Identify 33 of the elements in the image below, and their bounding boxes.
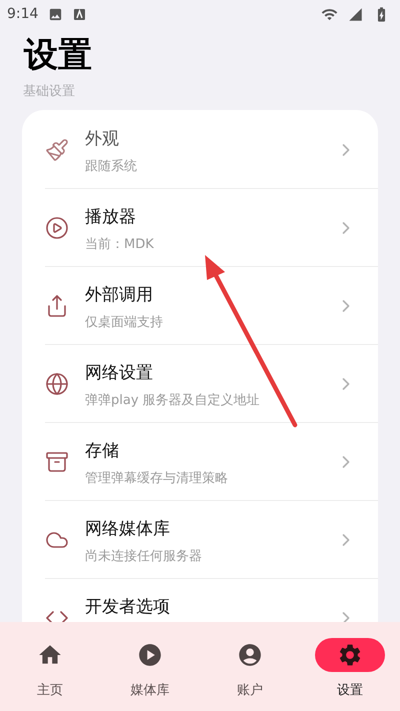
row-title: 开发者选项 xyxy=(85,596,171,618)
status-time: 9:14 xyxy=(7,6,38,22)
nav-tab[interactable]: 媒体库 xyxy=(100,638,200,699)
row-subtitle: 当前：MDK xyxy=(85,236,155,253)
row-title: 网络设置 xyxy=(85,362,154,384)
row-subtitle: 管理弹幕缓存与清理策略 xyxy=(85,470,229,487)
settings-row[interactable]: 存储 管理弹幕缓存与清理策略 xyxy=(45,422,378,500)
settings-icon xyxy=(337,642,363,668)
nav-tab[interactable]: 账户 xyxy=(200,638,300,699)
archive-box-icon xyxy=(45,450,69,474)
row-title: 播放器 xyxy=(85,206,137,228)
row-subtitle: 尚未连接任何服务器 xyxy=(85,548,203,565)
row-subtitle: 跟随系统 xyxy=(85,158,138,175)
row-title: 网络媒体库 xyxy=(85,518,171,540)
nav-tab[interactable]: 主页 xyxy=(0,638,100,699)
paintbrush-icon xyxy=(45,138,69,162)
nav-tab[interactable]: 设置 xyxy=(300,638,400,699)
section-label: 基础设置 xyxy=(23,83,76,100)
play-circle-icon xyxy=(45,216,69,240)
settings-row[interactable]: 外观 跟随系统 xyxy=(45,110,378,188)
keyboard-icon xyxy=(73,8,86,20)
settings-row[interactable]: 网络设置 弹弹play 服务器及自定义地址 xyxy=(45,344,378,422)
image-icon xyxy=(48,6,64,22)
row-title: 存储 xyxy=(85,440,120,462)
page-title: 设置 xyxy=(24,34,93,76)
globe-icon xyxy=(45,372,69,396)
signal-icon xyxy=(348,6,363,22)
row-title: 外部调用 xyxy=(85,284,154,306)
row-subtitle: 仅桌面端支持 xyxy=(85,314,164,331)
share-icon xyxy=(45,294,69,318)
row-title: 外观 xyxy=(85,128,120,150)
row-subtitle: 弹弹play 服务器及自定义地址 xyxy=(85,392,261,409)
settings-row[interactable]: 网络媒体库 尚未连接任何服务器 xyxy=(45,500,378,578)
